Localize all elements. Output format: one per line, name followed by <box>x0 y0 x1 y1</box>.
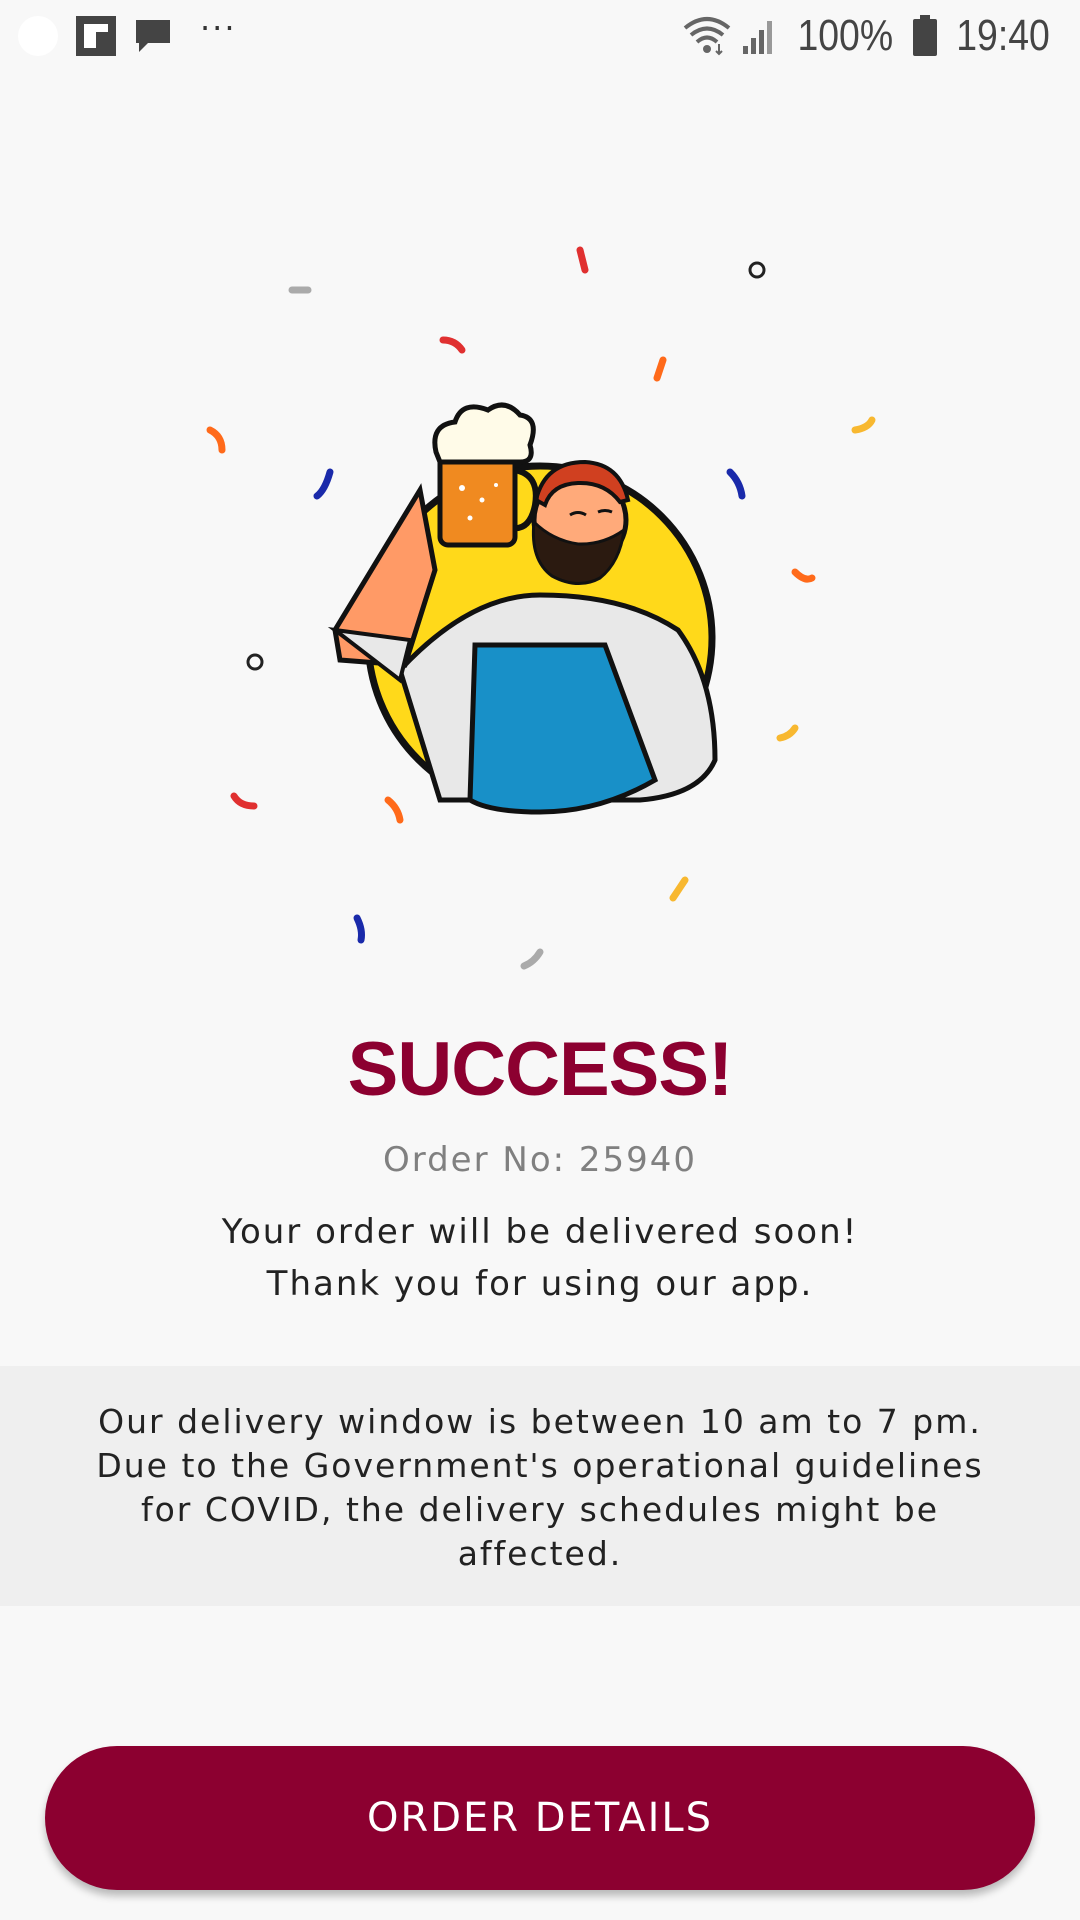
order-number: Order No: 25940 <box>382 1140 698 1180</box>
success-illustration <box>0 200 1080 1000</box>
notice-line: Due to the Government's operational guid… <box>96 1446 984 1485</box>
flipboard-icon <box>76 16 116 56</box>
clock: 19:40 <box>956 11 1050 60</box>
status-bar: ··· 100% 19:40 <box>0 0 1080 72</box>
notice-line: affected. <box>457 1534 623 1573</box>
beer-man-illustration <box>206 246 876 970</box>
status-right-icons: 100% 19:40 <box>683 10 1058 62</box>
order-details-button[interactable]: ORDER DETAILS <box>45 1746 1035 1890</box>
message-icon <box>134 17 172 55</box>
success-message-line: Your order will be delivered soon! <box>221 1212 859 1252</box>
success-message: Your order will be delivered soon! Thank… <box>0 1206 1080 1310</box>
notice-line: for COVID, the delivery schedules might … <box>140 1490 940 1529</box>
battery-percent: 100% <box>797 11 894 60</box>
notice-line: Our delivery window is between 10 am to … <box>98 1402 982 1441</box>
success-message-line: Thank you for using our app. <box>266 1264 814 1304</box>
success-title: SUCCESS! <box>347 1027 734 1112</box>
delivery-notice-text: Our delivery window is between 10 am to … <box>40 1400 1040 1576</box>
delivery-notice: Our delivery window is between 10 am to … <box>0 1366 1080 1606</box>
battery-icon <box>912 15 938 57</box>
status-left-icons: ··· <box>18 9 237 56</box>
notification-dot-icon <box>18 16 58 56</box>
wifi-icon <box>683 16 731 56</box>
signal-icon <box>741 16 779 56</box>
more-dots-icon: ··· <box>200 9 237 47</box>
